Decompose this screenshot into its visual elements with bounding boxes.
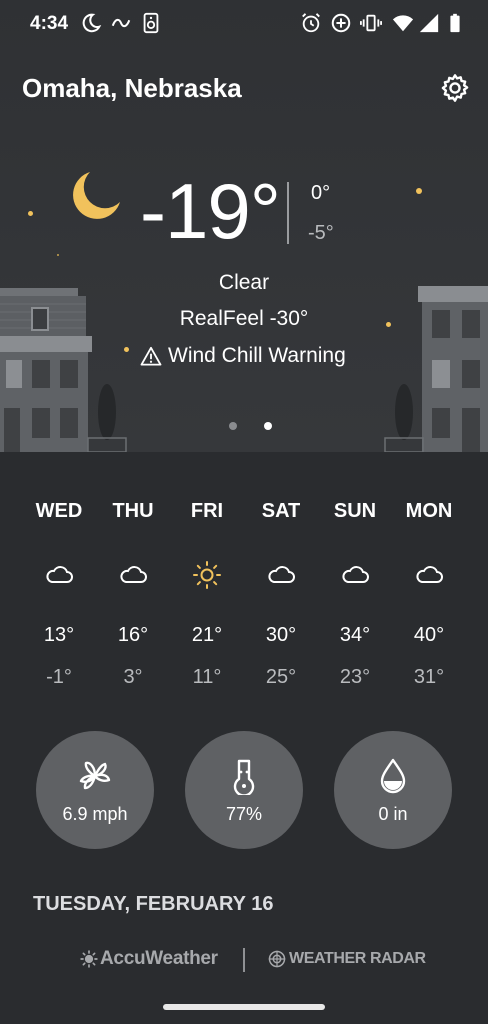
battery-icon	[450, 13, 460, 33]
date-heading: TUESDAY, FEBRUARY 16	[33, 893, 274, 915]
gear-icon[interactable]	[439, 72, 471, 104]
cloud-icon	[46, 566, 73, 583]
cloud-icon	[268, 566, 295, 583]
footer-divider	[243, 948, 245, 972]
wind-card[interactable]: 6.9 mph	[36, 731, 154, 849]
forecast-day[interactable]: WED 13° -1°	[22, 500, 96, 688]
day-high: 21°	[191, 624, 223, 646]
accuweather-link[interactable]: AccuWeather	[80, 946, 218, 972]
speaker-icon	[143, 12, 159, 34]
cloud-icon	[416, 566, 443, 583]
sun-icon	[193, 561, 221, 589]
home-indicator[interactable]	[163, 1004, 325, 1010]
warning-icon	[140, 346, 162, 366]
status-time: 4:34	[30, 13, 69, 34]
star	[57, 254, 59, 256]
weather-radar-link[interactable]: WEATHER RADAR	[268, 946, 426, 972]
humidity-icon	[233, 759, 255, 795]
wind-icon	[79, 761, 111, 790]
day-name: FRI	[190, 500, 224, 522]
status-bar: 4:34	[0, 0, 488, 50]
day-low: 31°	[413, 666, 445, 688]
signal-icon	[419, 13, 439, 33]
day-low: 25°	[265, 666, 297, 688]
star	[28, 211, 33, 216]
condition-text: Clear	[218, 271, 270, 294]
day-high: 13°	[43, 624, 75, 646]
day-low: 3°	[123, 666, 143, 688]
alert-text: Wind Chill Warning	[168, 344, 346, 367]
day-high: 16°	[117, 624, 149, 646]
day-name: WED	[35, 500, 83, 522]
day-high: 30°	[265, 624, 297, 646]
page-indicator-dot-active[interactable]	[264, 422, 272, 430]
forecast-day[interactable]: THU 16° 3°	[96, 500, 170, 688]
star	[416, 188, 422, 194]
forecast-day[interactable]: FRI 21° 11°	[170, 500, 244, 688]
radar-icon	[268, 950, 286, 968]
day-name: THU	[112, 500, 154, 522]
day-name: MON	[405, 500, 453, 522]
today-high: 0°	[311, 182, 331, 204]
day-high: 40°	[413, 624, 445, 646]
wind-value: 6.9 mph	[62, 804, 128, 824]
realfeel-text: RealFeel -30°	[179, 307, 309, 330]
cloud-icon	[342, 566, 369, 583]
today-low: -5°	[308, 222, 334, 244]
location-title: Omaha, Nebraska	[22, 73, 242, 103]
forecast-day[interactable]: SUN 34° 23°	[318, 500, 392, 688]
night-mode-icon	[82, 13, 102, 33]
precipitation-icon	[380, 758, 406, 794]
brand-name: AccuWeather	[100, 948, 218, 969]
day-low: 23°	[339, 666, 371, 688]
vibrate-icon	[360, 14, 382, 32]
page-indicator-dot[interactable]	[229, 422, 237, 430]
humidity-value: 77%	[225, 804, 263, 824]
cloud-icon	[120, 566, 147, 583]
forecast-day[interactable]: MON 40° 31°	[392, 500, 466, 688]
brand-name: WEATHER RADAR	[289, 950, 426, 967]
precipitation-value: 0 in	[378, 804, 408, 824]
day-name: SAT	[261, 500, 301, 522]
alarm-icon	[302, 13, 320, 33]
accuweather-logo-icon	[80, 950, 98, 968]
current-temperature: -19°	[140, 167, 281, 255]
day-high: 34°	[339, 624, 371, 646]
day-low: -1°	[46, 666, 72, 688]
humidity-card[interactable]: 77%	[185, 731, 303, 849]
temperature-divider	[287, 182, 289, 244]
day-low: 11°	[192, 666, 222, 688]
weather-alert[interactable]: Wind Chill Warning	[140, 342, 346, 370]
precipitation-card[interactable]: 0 in	[334, 731, 452, 849]
day-name: SUN	[333, 500, 377, 522]
moon-icon	[73, 172, 120, 219]
wifi-icon	[392, 15, 414, 32]
data-saver-icon	[331, 13, 351, 33]
forecast-day[interactable]: SAT 30° 25°	[244, 500, 318, 688]
link-icon	[111, 18, 131, 28]
